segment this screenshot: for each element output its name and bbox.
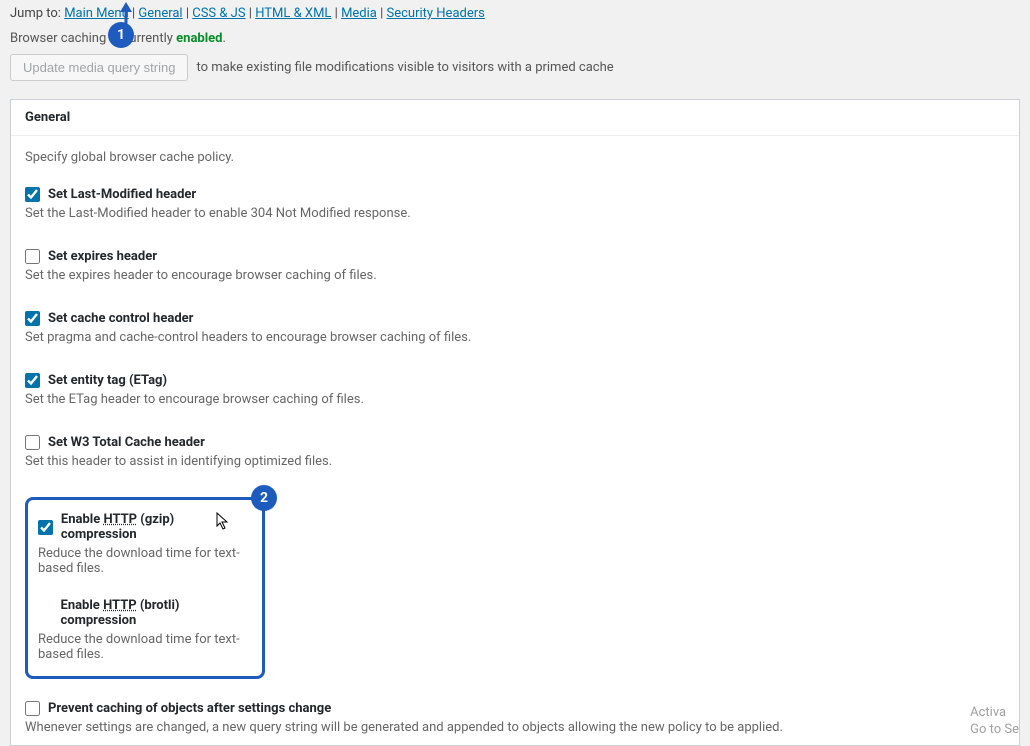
jump-link-general[interactable]: General <box>138 6 182 21</box>
option-brotli: Enable HTTP (brotli) compression Reduce … <box>38 598 252 662</box>
desc-expires: Set the expires header to encourage brow… <box>25 268 1005 283</box>
option-etag: Set entity tag (ETag) Set the ETag heade… <box>25 373 1005 407</box>
option-expires: Set expires header Set the expires heade… <box>25 249 1005 283</box>
update-media-query-button[interactable]: Update media query string <box>10 54 188 81</box>
desc-etag: Set the ETag header to encourage browser… <box>25 392 1005 407</box>
jump-link-media[interactable]: Media <box>341 6 377 21</box>
checkbox-w3-header[interactable] <box>25 435 40 450</box>
desc-cache-control: Set pragma and cache-control headers to … <box>25 330 1005 345</box>
jump-link-css-js[interactable]: CSS & JS <box>192 6 245 21</box>
jump-prefix: Jump to: <box>10 6 61 21</box>
desc-w3-header: Set this header to assist in identifying… <box>25 454 1005 469</box>
general-section: General Specify global browser cache pol… <box>10 99 1020 746</box>
jump-to-nav: Jump to: Main Menu | General | CSS & JS … <box>10 6 1020 21</box>
checkbox-prevent-caching[interactable] <box>25 701 40 716</box>
annotation-arrow-1 <box>116 0 136 44</box>
compression-highlight-box: 2 Enable HTTP (gzip) compression Reduce … <box>25 497 265 679</box>
annotation-marker-2: 2 <box>251 485 277 511</box>
checkbox-etag[interactable] <box>25 373 40 388</box>
section-title: General <box>11 100 1019 136</box>
checkbox-expires[interactable] <box>25 249 40 264</box>
update-hint: to make existing file modifications visi… <box>196 60 613 75</box>
desc-prevent-caching: Whenever settings are changed, a new que… <box>25 720 1005 735</box>
checkbox-gzip[interactable] <box>38 520 53 535</box>
option-w3-header: Set W3 Total Cache header Set this heade… <box>25 435 1005 469</box>
desc-gzip: Reduce the download time for text-based … <box>38 546 252 576</box>
status-line: Browser caching is currently enabled. <box>10 31 1020 46</box>
section-intro: Specify global browser cache policy. <box>25 150 1005 165</box>
desc-brotli: Reduce the download time for text-based … <box>38 632 252 662</box>
jump-link-security-headers[interactable]: Security Headers <box>387 6 485 21</box>
checkbox-last-modified[interactable] <box>25 187 40 202</box>
option-cache-control: Set cache control header Set pragma and … <box>25 311 1005 345</box>
option-last-modified: Set Last-Modified header Set the Last-Mo… <box>25 187 1005 221</box>
desc-last-modified: Set the Last-Modified header to enable 3… <box>25 206 1005 221</box>
status-enabled: enabled <box>176 31 222 46</box>
option-prevent-caching: Prevent caching of objects after setting… <box>25 701 1005 735</box>
option-gzip: Enable HTTP (gzip) compression Reduce th… <box>38 512 252 576</box>
jump-link-html-xml[interactable]: HTML & XML <box>255 6 331 21</box>
checkbox-cache-control[interactable] <box>25 311 40 326</box>
